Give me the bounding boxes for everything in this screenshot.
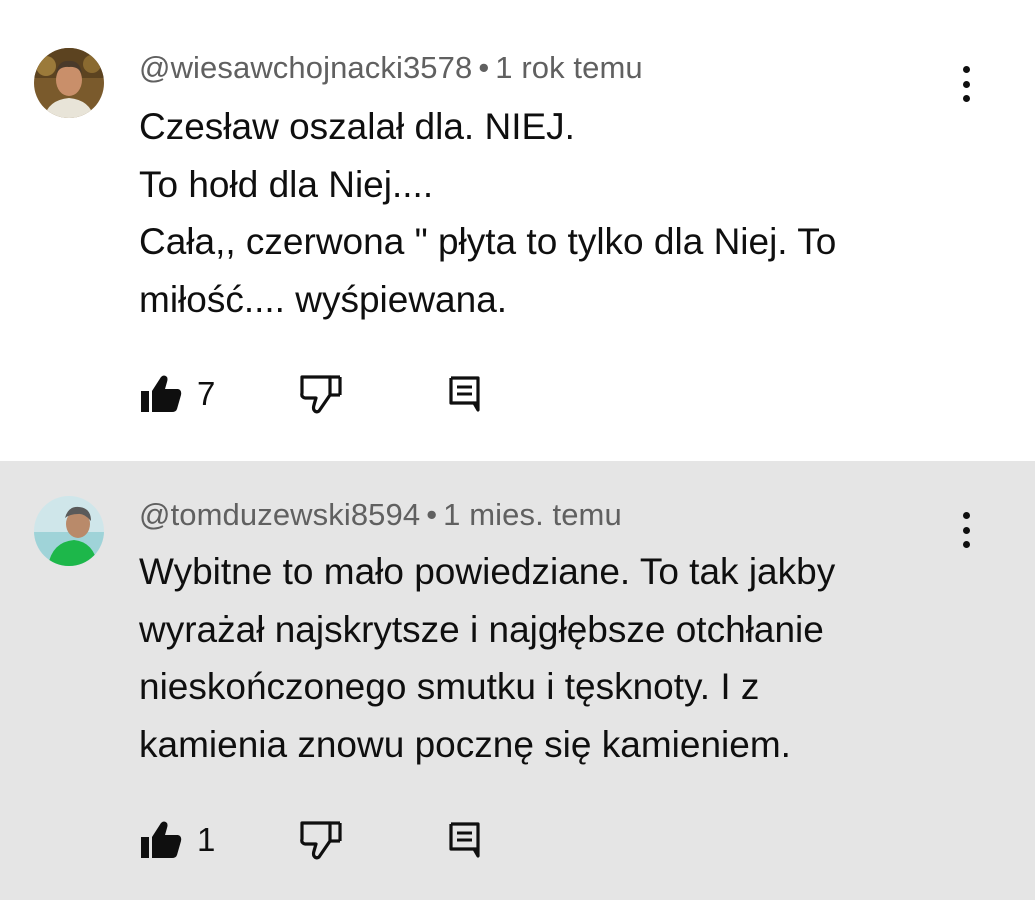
- reply-comment-icon: [449, 822, 480, 858]
- thumbs-down-icon: [300, 375, 342, 414]
- more-dot: [962, 526, 970, 534]
- reply-comment-icon: [449, 376, 480, 412]
- thumbs-up-icon: [141, 375, 182, 412]
- thumbs-up-icon: [141, 821, 182, 858]
- more-dot: [962, 80, 970, 88]
- comment-text: Czesław oszalał dla. NIEJ. To hołd dla N…: [139, 98, 929, 328]
- avatar[interactable]: [34, 48, 104, 118]
- comment-text-line: Wybitne to mało powiedziane. To tak jakb…: [139, 551, 836, 592]
- comment-time[interactable]: 1 rok temu: [495, 50, 642, 85]
- comment-meta: @tomduzewski8594 • 1 mies. temu: [139, 497, 622, 533]
- reply-button[interactable]: [447, 818, 483, 862]
- meta-separator: •: [426, 497, 438, 532]
- more-dot: [962, 512, 970, 519]
- comment-text-line: miłość.... wyśpiewana.: [139, 278, 508, 320]
- more-dot: [962, 95, 970, 102]
- more-dot: [962, 541, 970, 548]
- comment-text-line: wyrażał najskrytsze i najgłębsze otchłan…: [139, 608, 824, 650]
- dislike-button[interactable]: [299, 372, 343, 416]
- comment-author[interactable]: @tomduzewski8594: [139, 497, 420, 532]
- like-count: 1: [197, 821, 216, 858]
- avatar[interactable]: [34, 496, 104, 566]
- comment-item-highlighted: @tomduzewski8594 • 1 mies. temu Wybitne to…: [0, 461, 1035, 900]
- more-vert-icon[interactable]: [950, 508, 982, 552]
- comment-text-line: nieskończonego smutku i tęsknoty. I z: [139, 666, 760, 707]
- comment-time[interactable]: 1 mies. temu: [443, 497, 622, 532]
- comment-actions: 1: [139, 818, 539, 862]
- meta-separator: •: [478, 50, 490, 85]
- avatar-image: [34, 48, 104, 118]
- thumbs-down-icon: [300, 821, 342, 860]
- like-button[interactable]: 1: [139, 818, 215, 862]
- avatar-image: [34, 496, 104, 566]
- comment-author[interactable]: @wiesawchojnacki3578: [139, 50, 472, 85]
- like-button[interactable]: 7: [139, 372, 215, 416]
- comment-text-line: kamienia znowu pocznę się kamieniem.: [139, 723, 791, 765]
- more-dot: [962, 66, 970, 73]
- comment-meta: @wiesawchojnacki3578 • 1 rok temu: [139, 50, 643, 86]
- dislike-button[interactable]: [299, 818, 343, 862]
- comment-text-line: Czesław oszalał dla. NIEJ.: [139, 106, 575, 147]
- comment-actions: 7: [139, 372, 539, 416]
- comment-item: @wiesawchojnacki3578 • 1 rok temu Czesław …: [0, 0, 1035, 461]
- comment-text-line: Cała,, czerwona " płyta to tylko dla Nie…: [139, 221, 837, 262]
- comment-text: Wybitne to mało powiedziane. To tak jakb…: [139, 543, 929, 773]
- reply-button[interactable]: [447, 372, 483, 416]
- more-vert-icon[interactable]: [950, 62, 982, 106]
- comment-text-line: To hołd dla Niej....: [139, 163, 434, 205]
- like-count: 7: [197, 375, 216, 412]
